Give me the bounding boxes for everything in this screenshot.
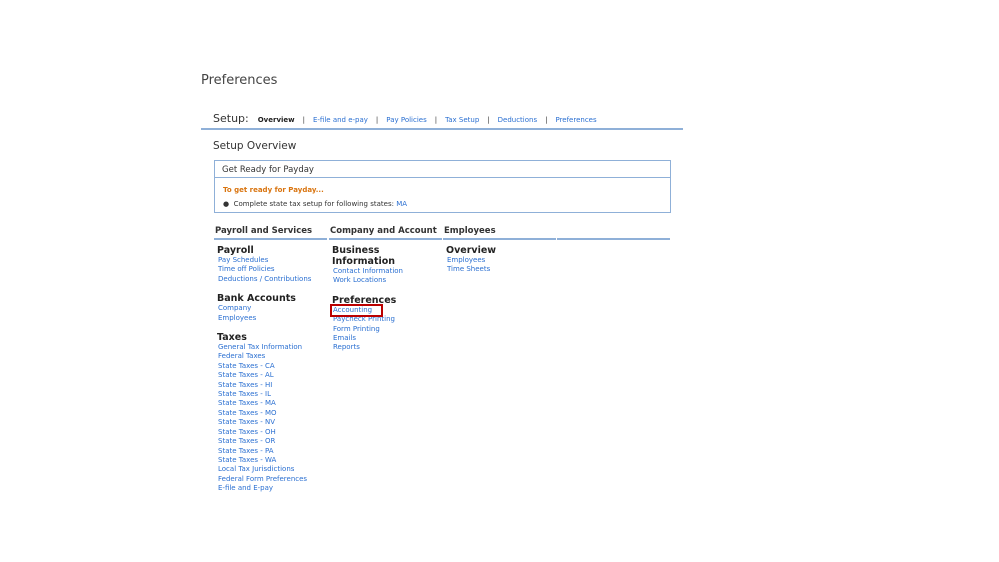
- group-payroll: Payroll Pay Schedules Time off Policies Ded…: [217, 245, 327, 284]
- tab-separator: |: [302, 116, 305, 124]
- payday-todo-item: ● Complete state tax setup for following…: [223, 200, 408, 208]
- column-header: Company and Account: [329, 226, 442, 240]
- link-e-file-and-e-pay[interactable]: E-file and E-pay: [217, 484, 327, 493]
- link-contact-information[interactable]: Contact Information: [332, 267, 442, 276]
- tab-overview[interactable]: Overview: [258, 116, 295, 124]
- page-title: Preferences: [201, 73, 278, 88]
- link-time-off-policies[interactable]: Time off Policies: [217, 265, 327, 274]
- link-federal-form-preferences[interactable]: Federal Form Preferences: [217, 475, 327, 484]
- group-bank-accounts: Bank Accounts Company Employees: [217, 293, 327, 323]
- link-deductions-contributions[interactable]: Deductions / Contributions: [217, 275, 327, 284]
- link-state-taxes-mo[interactable]: State Taxes - MO: [217, 409, 327, 418]
- column-header: Employees: [443, 226, 556, 240]
- tab-pay-policies[interactable]: Pay Policies: [386, 116, 426, 124]
- link-accounting[interactable]: Accounting: [330, 303, 383, 318]
- group-title: Taxes: [217, 332, 247, 344]
- group-title: Preferences: [332, 294, 397, 306]
- group-overview: Overview Employees Time Sheets: [446, 245, 556, 275]
- tab-separator: |: [545, 116, 548, 124]
- link-state-taxes-wa[interactable]: State Taxes - WA: [217, 456, 327, 465]
- link-local-tax-jurisdictions[interactable]: Local Tax Jurisdictions: [217, 465, 327, 474]
- column-header: [557, 226, 670, 240]
- column-header: Payroll and Services: [214, 226, 327, 240]
- tab-separator: |: [487, 116, 490, 124]
- link-state-taxes-hi[interactable]: State Taxes - HI: [217, 381, 327, 390]
- tab-e-file-and-e-pay[interactable]: E-file and e-pay: [313, 116, 368, 124]
- tab-tax-setup[interactable]: Tax Setup: [445, 116, 479, 124]
- state-link-ma[interactable]: MA: [396, 200, 407, 208]
- link-state-taxes-il[interactable]: State Taxes - IL: [217, 390, 327, 399]
- column-company-and-account: Company and Account Business Information C…: [329, 226, 442, 353]
- link-state-taxes-al[interactable]: State Taxes - AL: [217, 371, 327, 380]
- link-state-taxes-pa[interactable]: State Taxes - PA: [217, 447, 327, 456]
- link-employees[interactable]: Employees: [446, 256, 556, 265]
- payday-todo-text: Complete state tax setup for following s…: [233, 200, 394, 208]
- link-state-taxes-nv[interactable]: State Taxes - NV: [217, 418, 327, 427]
- link-form-printing[interactable]: Form Printing: [332, 325, 442, 334]
- setup-nav: Setup: Overview | E-file and e-pay | Pay Pol…: [201, 112, 683, 130]
- column-employees: Employees Overview Employees Time Sheets: [443, 226, 556, 275]
- link-federal-taxes[interactable]: Federal Taxes: [217, 352, 327, 361]
- link-reports[interactable]: Reports: [332, 343, 442, 352]
- tab-separator: |: [375, 116, 379, 124]
- link-state-taxes-oh[interactable]: State Taxes - OH: [217, 428, 327, 437]
- link-state-taxes-ma[interactable]: State Taxes - MA: [217, 399, 327, 408]
- tab-deductions[interactable]: Deductions: [498, 116, 537, 124]
- link-pay-schedules[interactable]: Pay Schedules: [217, 256, 327, 265]
- payday-warning: To get ready for Payday...: [223, 186, 324, 194]
- tab-preferences[interactable]: Preferences: [555, 116, 596, 124]
- group-title: Payroll: [217, 245, 254, 256]
- group-title: Bank Accounts: [217, 293, 296, 305]
- link-employees[interactable]: Employees: [217, 314, 327, 323]
- link-paycheck-printing[interactable]: Paycheck Printing: [332, 315, 442, 324]
- link-time-sheets[interactable]: Time Sheets: [446, 265, 556, 274]
- group-taxes: Taxes General Tax Information Federal Taxe…: [217, 332, 327, 494]
- setup-label: Setup:: [213, 112, 249, 125]
- payday-panel: Get Ready for Payday To get ready for Pa…: [214, 160, 671, 213]
- group-title: Overview: [446, 245, 497, 256]
- column-empty: [557, 226, 670, 240]
- group-business-information: Business Information Contact Information W…: [332, 245, 442, 286]
- link-emails[interactable]: Emails: [332, 334, 442, 343]
- link-state-taxes-or[interactable]: State Taxes - OR: [217, 437, 327, 446]
- setup-overview-title: Setup Overview: [213, 140, 297, 152]
- group-title: Business Information: [332, 245, 396, 267]
- link-state-taxes-ca[interactable]: State Taxes - CA: [217, 362, 327, 371]
- column-payroll-and-services: Payroll and Services Payroll Pay Schedules…: [214, 226, 327, 494]
- link-general-tax-information[interactable]: General Tax Information: [217, 343, 327, 352]
- group-preferences: Preferences Accounting Paycheck Printing Fo…: [330, 294, 442, 353]
- payday-header: Get Ready for Payday: [215, 161, 670, 178]
- link-company[interactable]: Company: [217, 304, 327, 313]
- link-work-locations[interactable]: Work Locations: [332, 276, 442, 285]
- tab-separator: |: [434, 116, 438, 124]
